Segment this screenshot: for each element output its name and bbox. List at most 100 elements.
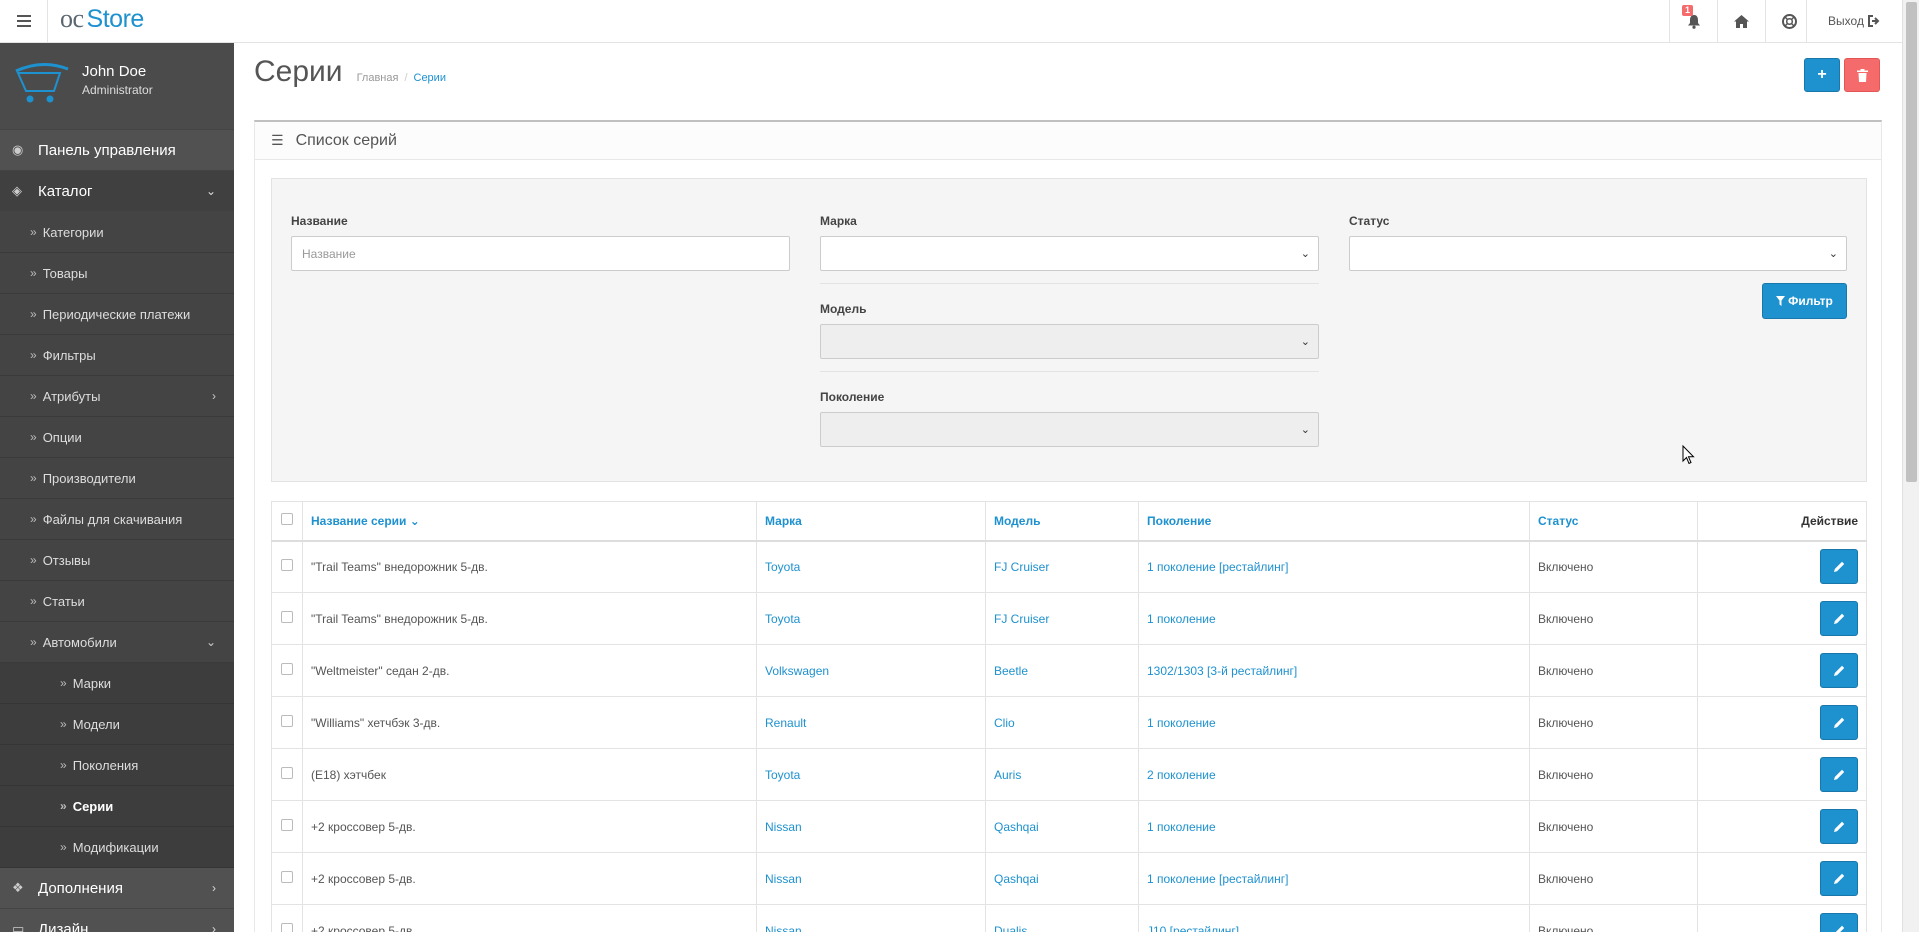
sidebar-item-label: Атрибуты (42, 388, 101, 404)
add-button[interactable]: + (1804, 58, 1840, 92)
filter-button[interactable]: Фильтр (1762, 283, 1847, 319)
column-header-brand[interactable]: Марка (756, 501, 986, 542)
row-checkbox[interactable] (281, 559, 293, 572)
breadcrumb-home[interactable]: Главная (357, 72, 399, 84)
monitor-icon: ▭ (12, 921, 25, 932)
edit-button[interactable] (1820, 601, 1858, 636)
row-checkbox[interactable] (281, 923, 293, 932)
cell-action (1697, 852, 1867, 905)
cell-name: +2 кроссовер 5-дв. (302, 852, 757, 905)
hamburger-icon (16, 15, 31, 27)
sidebar-item-products[interactable]: » Товары (0, 253, 234, 294)
edit-button[interactable] (1820, 705, 1858, 740)
sidebar-item-reviews[interactable]: » Отзывы (0, 540, 234, 581)
select-all-checkbox[interactable] (281, 513, 293, 526)
row-checkbox[interactable] (281, 871, 293, 883)
sidebar-item-attributes[interactable]: » Атрибуты › (0, 376, 234, 417)
sidebar-item-modifications[interactable]: » Модификации (0, 827, 234, 868)
column-header-name[interactable]: Название серии ⌄ (302, 501, 757, 542)
model-select[interactable]: ⌄ (820, 324, 1319, 359)
sidebar-item-design[interactable]: ▭ Дизайн › (0, 909, 234, 932)
avatar (15, 63, 69, 103)
sidebar-item-catalog[interactable]: ◈ Каталог ⌄ (0, 171, 234, 212)
sidebar-item-label: Модификации (72, 839, 159, 855)
sidebar-item-label: Категории (42, 224, 104, 240)
scrollbar-thumb[interactable] (1906, 2, 1917, 482)
cell-generation[interactable]: J10 [рестайлинг] (1138, 904, 1530, 932)
edit-button[interactable] (1820, 809, 1858, 844)
cell-generation[interactable]: 1 поколение (1138, 592, 1530, 645)
brand-label: Марка (820, 214, 857, 228)
menu-toggle-button[interactable] (0, 0, 48, 42)
notification-badge: 1 (1682, 5, 1694, 16)
breadcrumb-current[interactable]: Серии (414, 72, 446, 84)
sidebar-item-models[interactable]: » Модели (0, 704, 234, 745)
row-checkbox[interactable] (281, 767, 293, 779)
cell-brand[interactable]: Renault (756, 696, 986, 749)
row-checkbox[interactable] (281, 663, 293, 675)
sidebar-item-filters[interactable]: » Фильтры (0, 335, 234, 376)
sidebar-item-extensions[interactable]: ❖ Дополнения › (0, 868, 234, 909)
cell-model[interactable]: Dualis (985, 904, 1139, 932)
sidebar-item-options[interactable]: » Опции (0, 417, 234, 458)
cell-brand[interactable]: Toyota (756, 748, 986, 801)
cell-model[interactable]: Beetle (985, 644, 1139, 697)
row-checkbox[interactable] (281, 819, 293, 831)
sidebar-item-categories[interactable]: » Категории (0, 212, 234, 253)
cell-brand[interactable]: Toyota (756, 592, 986, 645)
user-profile[interactable]: John Doe Administrator (0, 43, 234, 130)
row-checkbox[interactable] (281, 715, 293, 727)
sidebar-item-generations[interactable]: » Поколения (0, 745, 234, 786)
column-header-status[interactable]: Статус (1529, 501, 1698, 542)
edit-button[interactable] (1820, 913, 1858, 932)
vertical-scrollbar[interactable] (1902, 0, 1919, 932)
edit-button[interactable] (1820, 549, 1858, 585)
cell-brand[interactable]: Nissan (756, 800, 986, 853)
cell-status: Включено (1529, 540, 1698, 593)
table-row: "Trail Teams" внедорожник 5-дв. Toyota FJ … (271, 540, 1867, 593)
cell-generation[interactable]: 2 поколение (1138, 748, 1530, 801)
cell-model[interactable]: Qashqai (985, 852, 1139, 905)
row-checkbox[interactable] (281, 611, 293, 623)
cell-generation[interactable]: 1302/1303 [3-й рестайлинг] (1138, 644, 1530, 697)
sidebar-item-articles[interactable]: » Статьи (0, 581, 234, 622)
sidebar-item-manufacturers[interactable]: » Производители (0, 458, 234, 499)
sidebar-item-cars[interactable]: » Автомобили ⌄ (0, 622, 234, 663)
edit-button[interactable] (1820, 861, 1858, 896)
cell-generation[interactable]: 1 поколение (1138, 800, 1530, 853)
logo[interactable]: oc Store (60, 4, 144, 34)
cell-status: Включено (1529, 800, 1698, 853)
cell-brand[interactable]: Toyota (756, 540, 986, 593)
logout-button[interactable]: Выход (1806, 0, 1902, 42)
plus-icon: + (1817, 66, 1827, 83)
sidebar-item-dashboard[interactable]: ◉ Панель управления (0, 130, 234, 171)
cell-model[interactable]: Clio (985, 696, 1139, 749)
cell-brand[interactable]: Nissan (756, 904, 986, 932)
cell-model[interactable]: FJ Cruiser (985, 592, 1139, 645)
chevron-down-icon: ⌄ (205, 184, 216, 198)
delete-button[interactable] (1844, 58, 1880, 92)
column-header-model[interactable]: Модель (985, 501, 1139, 542)
cell-model[interactable]: FJ Cruiser (985, 540, 1139, 593)
cell-model[interactable]: Qashqai (985, 800, 1139, 853)
sidebar-item-downloads[interactable]: » Файлы для скачивания (0, 499, 234, 540)
home-button[interactable] (1717, 0, 1765, 42)
column-header-generation[interactable]: Поколение (1138, 501, 1530, 542)
cell-generation[interactable]: 1 поколение (1138, 696, 1530, 749)
sidebar-item-series[interactable]: » Серии (0, 786, 234, 827)
brand-select[interactable]: ⌄ (820, 236, 1319, 271)
cell-brand[interactable]: Nissan (756, 852, 986, 905)
edit-button[interactable] (1820, 653, 1858, 688)
cell-generation[interactable]: 1 поколение [рестайлинг] (1138, 852, 1530, 905)
sidebar-item-brands[interactable]: » Марки (0, 663, 234, 704)
notifications-button[interactable]: 1 (1669, 0, 1717, 42)
sidebar-item-recurring[interactable]: » Периодические платежи (0, 294, 234, 335)
name-input[interactable]: Название (291, 236, 790, 271)
cell-brand[interactable]: Volkswagen (756, 644, 986, 697)
edit-button[interactable] (1820, 757, 1858, 792)
status-select[interactable]: ⌄ (1349, 236, 1847, 271)
main-content: Серии Главная / Серии + ☰ Список серий Наз… (234, 43, 1902, 932)
cell-generation[interactable]: 1 поколение [рестайлинг] (1138, 540, 1530, 593)
generation-select[interactable]: ⌄ (820, 412, 1319, 447)
cell-model[interactable]: Auris (985, 748, 1139, 801)
